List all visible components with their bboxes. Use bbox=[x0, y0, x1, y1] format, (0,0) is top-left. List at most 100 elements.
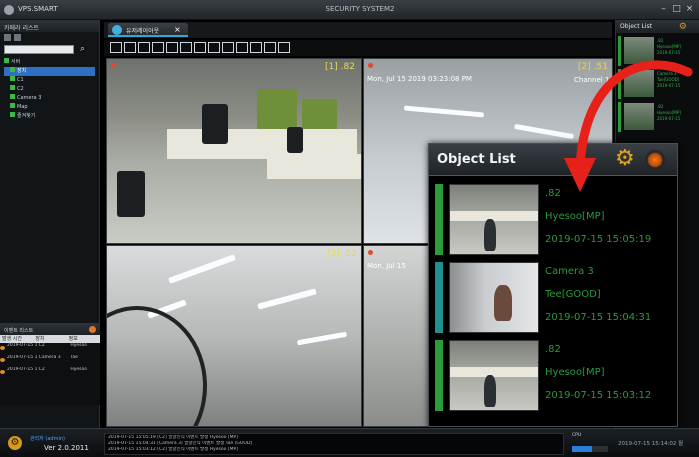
event-list-panel: 이벤트 리스트 발생 시간 장치 정보 2019-07-15 15:05:19C… bbox=[0, 323, 100, 405]
camera-view-1[interactable]: [1] .82 bbox=[106, 58, 362, 244]
event-rows: 2019-07-15 15:05:19C2Hyesoo2019-07-15 15… bbox=[0, 343, 100, 379]
tree-item[interactable]: 장치 bbox=[4, 67, 95, 76]
event-list-header: 이벤트 리스트 bbox=[0, 324, 100, 335]
object-list-item[interactable]: .82 Hyesoo[MP] 2019-07-15 15:03:12 bbox=[435, 338, 675, 413]
search-icon[interactable]: ⌕ bbox=[80, 44, 85, 54]
fit-icon[interactable] bbox=[264, 42, 276, 53]
device-icon bbox=[4, 58, 9, 63]
layout-tab-icon bbox=[112, 25, 122, 35]
device-icon bbox=[10, 94, 15, 99]
tree-item-label: 장치 bbox=[17, 68, 27, 74]
camera-timestamp: Mon, Jul 15 bbox=[367, 262, 406, 270]
channel-label: [1] .82 bbox=[325, 62, 355, 72]
event-alarm-icon[interactable] bbox=[89, 326, 96, 333]
event-list-columns: 발생 시간 장치 정보 bbox=[0, 335, 100, 343]
gear-icon[interactable]: ⚙ bbox=[679, 22, 687, 32]
device-icon bbox=[10, 112, 15, 117]
sequence-icon[interactable] bbox=[250, 42, 262, 53]
event-info: Tae bbox=[70, 355, 78, 360]
layout-6-icon[interactable] bbox=[138, 42, 150, 53]
cpu-label: CPU bbox=[572, 433, 582, 438]
cpu-bar-fill bbox=[572, 446, 592, 452]
tab-label: 유저레이아웃 bbox=[126, 28, 160, 35]
tree-item-label: C1 bbox=[17, 77, 24, 83]
tree-item[interactable]: 즐겨찾기 bbox=[4, 112, 95, 121]
object-list-item[interactable]: Camera 3 Tee[GOOD] 2019-07-15 15:04:31 bbox=[435, 260, 675, 335]
layout-4-icon[interactable] bbox=[124, 42, 136, 53]
tree-toolbar bbox=[0, 32, 99, 44]
camera-timestamp: Mon, Jul 15 2019 03:23:08 PM bbox=[367, 75, 472, 83]
tab-user-layout[interactable]: 유저레이아웃 × bbox=[108, 23, 188, 37]
object-stripe bbox=[435, 184, 443, 255]
desk-shape bbox=[450, 367, 538, 377]
tree-item-label: Camera 3 bbox=[17, 95, 42, 101]
person-figure bbox=[484, 219, 496, 251]
cpu-bar bbox=[572, 446, 608, 452]
tree-item[interactable]: C2 bbox=[4, 85, 95, 94]
event-row[interactable]: 2019-07-15 15:04:31Camera 3 Tae bbox=[0, 355, 100, 367]
close-icon[interactable]: × bbox=[684, 4, 695, 15]
tree-item-label: 서버 bbox=[11, 59, 21, 65]
event-info: Hyesoo bbox=[70, 343, 88, 348]
tree-item[interactable]: Map bbox=[4, 103, 95, 112]
event-device: Camera 3 bbox=[38, 355, 61, 360]
minimize-icon[interactable]: – bbox=[658, 4, 669, 15]
tree-item[interactable]: Camera 3 bbox=[4, 94, 95, 103]
camera-view-3[interactable]: [3] .52 bbox=[106, 245, 362, 427]
layout-9-icon[interactable] bbox=[166, 42, 178, 53]
object-list-title: Object List bbox=[437, 152, 516, 167]
object-thumbnail bbox=[449, 340, 539, 411]
record-icon bbox=[368, 63, 373, 68]
rotate-icon[interactable] bbox=[236, 42, 248, 53]
layout-36-icon[interactable] bbox=[222, 42, 234, 53]
layout-toolbar bbox=[104, 40, 612, 56]
event-row[interactable]: 2019-07-15 15:05:19C2 Hyesoo bbox=[0, 343, 100, 355]
column-device[interactable]: 장치 bbox=[33, 335, 66, 343]
tree-search-input[interactable] bbox=[4, 45, 74, 54]
event-log[interactable]: 2019-07-15 15:05:19 [C2] 얼굴인식 이벤트 발생 Hye… bbox=[104, 433, 564, 455]
object-source: .82 bbox=[545, 344, 561, 355]
event-device: C2 bbox=[38, 367, 45, 372]
layout-1-icon[interactable] bbox=[110, 42, 122, 53]
red-arrow-icon bbox=[564, 60, 693, 192]
event-row[interactable]: 2019-07-15 15:03:12C2 Hyesoo bbox=[0, 367, 100, 379]
view-tab-bar: 유저레이아웃 × bbox=[104, 22, 612, 38]
layout-13-icon[interactable] bbox=[180, 42, 192, 53]
camera-tree: 서버장치 C1 C2 Camera 3 Map 즐겨찾기 bbox=[0, 56, 99, 123]
object-time: 2019-07-15 15:05:19 bbox=[545, 234, 652, 245]
app-name: VPS.SMART bbox=[18, 5, 58, 13]
object-name: Tee[GOOD] bbox=[545, 289, 601, 300]
object-source: Camera 3 bbox=[545, 266, 594, 277]
desk-shape bbox=[450, 211, 538, 221]
object-name: Hyesoo[MP] bbox=[545, 367, 605, 378]
tree-item[interactable]: C1 bbox=[4, 76, 95, 85]
person-figure bbox=[494, 285, 512, 321]
device-icon bbox=[10, 85, 15, 90]
object-name: Hyesoo[MP] bbox=[545, 211, 605, 222]
device-icon bbox=[10, 76, 15, 81]
title-bar: VPS.SMART SECURITY SYSTEM2 – □ × bbox=[0, 0, 699, 20]
column-info[interactable]: 정보 bbox=[67, 335, 100, 343]
tab-close-icon[interactable]: × bbox=[174, 25, 181, 34]
layout-16-icon[interactable] bbox=[194, 42, 206, 53]
layout-8-icon[interactable] bbox=[152, 42, 164, 53]
expand-icon[interactable] bbox=[4, 34, 11, 41]
event-time: 2019-07-15 15:04:31 bbox=[7, 355, 37, 360]
tree-item-label: 즐겨찾기 bbox=[17, 113, 36, 119]
app-logo-icon bbox=[4, 5, 14, 15]
logged-in-user: 관리자 (admin) bbox=[30, 436, 65, 442]
system-settings-icon[interactable]: ⚙ bbox=[8, 436, 22, 450]
tree-item[interactable]: 서버 bbox=[4, 58, 95, 67]
layout-25-icon[interactable] bbox=[208, 42, 220, 53]
object-time: 2019-07-15 15:04:31 bbox=[545, 312, 652, 323]
version-label: Ver 2.0.2011 bbox=[44, 444, 89, 452]
record-icon bbox=[111, 63, 116, 68]
event-time: 2019-07-15 15:05:19 bbox=[7, 343, 37, 348]
record-icon bbox=[368, 250, 373, 255]
fullscreen-icon[interactable] bbox=[278, 42, 290, 53]
column-time[interactable]: 발생 시간 bbox=[0, 335, 33, 343]
object-stripe bbox=[435, 340, 443, 411]
collapse-icon[interactable] bbox=[14, 34, 21, 41]
channel-label: [3] .52 bbox=[327, 249, 357, 259]
maximize-icon[interactable]: □ bbox=[671, 4, 682, 15]
